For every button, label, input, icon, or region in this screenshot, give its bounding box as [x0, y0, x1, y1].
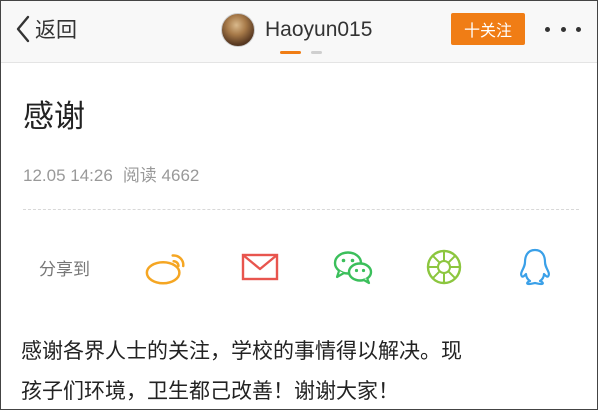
more-dot-icon [576, 26, 581, 32]
app-frame: 返回 Haoyun015 十关注 感谢 12.05 14:26 阅读 4662 分… [0, 0, 598, 410]
post-body: 感谢各界人士的关注，学校的事情得以解决。现 孩子们环境，卫生都己改善！谢谢大家！ [21, 331, 591, 409]
qq-icon [520, 248, 550, 286]
share-mail-button[interactable] [238, 245, 282, 289]
wechat-icon [333, 251, 373, 285]
page-indicator-inactive [311, 51, 322, 54]
share-qq-button[interactable] [513, 245, 557, 289]
read-count: 4662 [161, 166, 200, 185]
post-date: 12.05 14:26 [23, 166, 113, 185]
share-bar: 分享到 [1, 241, 597, 293]
share-label: 分享到 [39, 260, 90, 280]
mail-icon [241, 253, 279, 281]
post-body-line: 孩子们环境，卫生都己改善！谢谢大家！ [21, 379, 399, 403]
more-options-button[interactable] [545, 17, 581, 41]
post-title: 感谢 [23, 99, 85, 135]
divider [23, 209, 579, 210]
share-wechat-button[interactable] [331, 245, 375, 289]
share-moments-button[interactable] [422, 245, 466, 289]
follow-button[interactable]: 十关注 [451, 13, 525, 45]
top-navbar: 返回 Haoyun015 十关注 [1, 1, 597, 63]
post-body-line: 感谢各界人士的关注，学校的事情得以解决。现 [21, 339, 462, 363]
page-indicator-active [280, 51, 301, 54]
avatar[interactable] [221, 13, 255, 47]
chevron-left-icon [16, 15, 30, 43]
post-meta: 12.05 14:26 阅读 4662 [23, 161, 199, 186]
username[interactable]: Haoyun015 [265, 18, 372, 42]
weibo-icon [145, 254, 185, 285]
more-dot-icon [560, 26, 566, 32]
share-weibo-button[interactable] [144, 245, 188, 289]
profile-header[interactable]: Haoyun015 [221, 11, 372, 49]
back-label: 返回 [35, 18, 77, 42]
more-dot-icon [545, 26, 550, 32]
back-button[interactable]: 返回 [15, 13, 77, 45]
moments-icon [426, 249, 462, 285]
read-label: 阅读 [122, 166, 157, 185]
